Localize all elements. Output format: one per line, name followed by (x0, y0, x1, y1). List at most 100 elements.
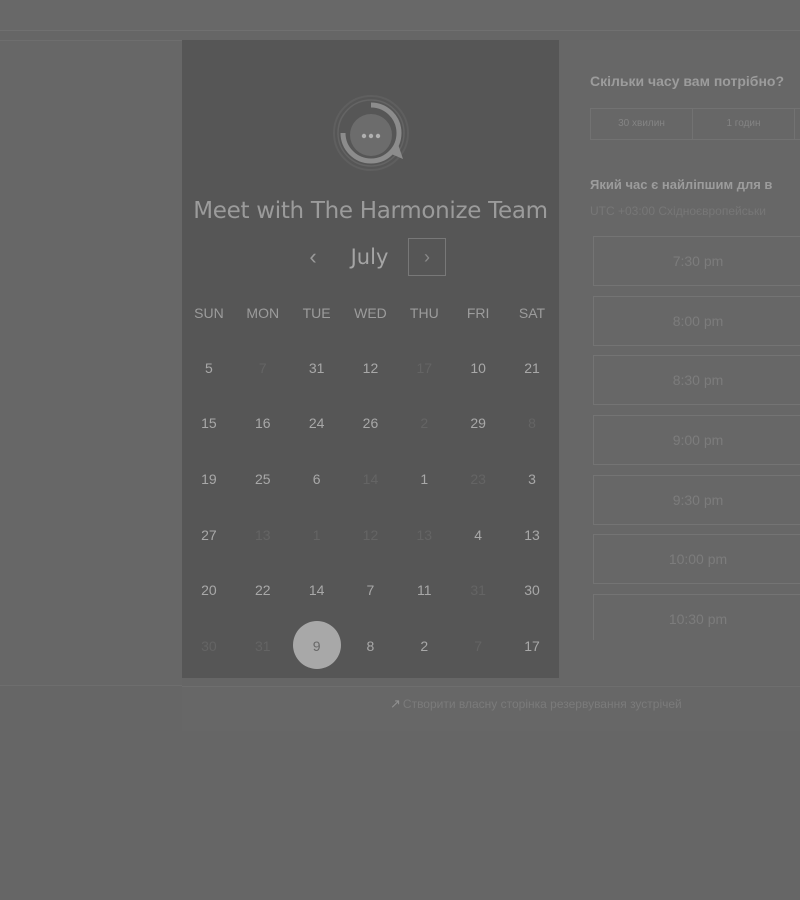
calendar-day: 2 (397, 398, 451, 448)
calendar-day[interactable]: 30 (505, 565, 559, 615)
calendar-day: 13 (397, 510, 451, 560)
calendar-day[interactable]: 16 (236, 398, 290, 448)
day-number: 21 (524, 359, 540, 376)
day-number: 24 (308, 415, 325, 432)
time-slot-button[interactable]: 9:30 pm (593, 474, 800, 525)
day-number: 4 (474, 526, 483, 543)
calendar-day: 31 (236, 621, 290, 671)
calendar-day: 30 (182, 621, 236, 671)
selected-date[interactable]: 9 (290, 620, 344, 671)
day-number: 6 (312, 470, 321, 487)
time-slot-button[interactable]: 7:30 pm (593, 236, 800, 286)
day-number: 20 (201, 582, 217, 599)
calendar-day: 13 (236, 510, 290, 560)
day-number: 14 (362, 470, 379, 487)
calendar-day[interactable]: 4 (451, 510, 505, 560)
weekday-label: WED (354, 305, 387, 321)
duration-option-30min[interactable]: 30 хвилин (591, 109, 693, 139)
time-slot-button[interactable]: 9:00 pm (593, 415, 800, 466)
weekday-label: TUE (302, 305, 331, 321)
month-navigation: ‹ July › (182, 238, 559, 278)
calendar-day[interactable]: 12 (344, 343, 398, 393)
calendar-day[interactable]: 10 (451, 343, 505, 393)
day-number: 10 (470, 359, 486, 376)
calendar-day[interactable]: 15 (182, 398, 236, 448)
day-number: 12 (362, 526, 379, 543)
day-number: 31 (254, 637, 271, 654)
booking-title: Meet with The Harmonize Team (193, 198, 548, 224)
booking-options: Скільки часу вам потрібно? 30 хвилин 1 г… (560, 40, 800, 685)
timezone-label: UTC +03:00 Східноєвропейськи (590, 204, 766, 218)
weekday-label: SUN (194, 305, 224, 321)
calendar-day[interactable]: 26 (344, 398, 398, 448)
left-pane-divider (0, 685, 182, 686)
day-number: 3 (528, 470, 536, 487)
calendar-day[interactable]: 1 (397, 454, 451, 504)
calendar-grid: 5 7 31 12 17 10 21 15 16 24 26 2 29 8 19 25 6 14 1 23 3 27 13 1… (182, 340, 559, 674)
day-number: 26 (362, 415, 379, 432)
calendar-day[interactable]: 27 (182, 510, 236, 560)
create-booking-page-text: Створити власну сторінка резервування зу… (402, 697, 682, 711)
external-link-icon: ↗ (390, 696, 401, 711)
duration-option-1h[interactable]: 1 годин (693, 109, 795, 139)
weekday-label: MON (246, 305, 280, 321)
day-number: 13 (416, 526, 433, 543)
harmonize-logo-icon (333, 95, 409, 171)
weekday-label: SAT (518, 305, 546, 321)
day-number: 31 (308, 359, 325, 376)
footer: ↗ Створити власну сторінка резервування з… (182, 686, 800, 731)
day-number: 11 (417, 582, 432, 599)
time-slot-button[interactable]: 8:00 pm (593, 295, 800, 346)
top-bar (0, 0, 800, 31)
day-number: 23 (470, 470, 486, 487)
time-question: Який час є найліпшим для в (590, 177, 773, 192)
calendar-day[interactable]: 21 (505, 343, 559, 393)
calendar-day: 31 (451, 565, 505, 615)
day-number: 17 (524, 637, 540, 654)
calendar-day: 12 (344, 510, 398, 560)
day-number: 17 (416, 359, 433, 376)
day-number: 31 (470, 582, 486, 599)
day-number: 2 (420, 415, 429, 432)
day-number: 27 (201, 526, 217, 543)
day-number: 29 (470, 415, 486, 432)
calendar-day[interactable]: 22 (236, 565, 290, 615)
day-number: 25 (254, 470, 271, 487)
calendar-day[interactable]: 17 (505, 621, 559, 671)
calendar-day[interactable]: 6 (290, 454, 344, 504)
calendar-day[interactable]: 14 (290, 565, 344, 615)
calendar-day[interactable]: 11 (397, 565, 451, 615)
time-slot-button[interactable]: 10:30 pm (593, 594, 800, 640)
calendar-day[interactable]: 29 (451, 398, 505, 448)
month-label: July (350, 245, 389, 269)
prev-month-button[interactable]: ‹ (303, 242, 323, 272)
day-number: 8 (366, 637, 375, 654)
day-number: 16 (254, 415, 271, 432)
day-number: 1 (312, 526, 321, 543)
calendar-day[interactable]: 24 (290, 398, 344, 448)
calendar-day[interactable]: 13 (505, 510, 559, 560)
calendar-day: 17 (397, 343, 451, 393)
calendar-week-row: 27 13 1 12 13 4 13 (182, 507, 559, 563)
day-number: 30 (201, 637, 217, 654)
calendar-day[interactable]: 31 (290, 343, 344, 393)
calendar-day[interactable]: 5 (182, 343, 236, 393)
calendar-panel: Meet with The Harmonize Team ‹ July › SU… (182, 40, 559, 678)
weekday-label: THU (409, 305, 439, 321)
calendar-day[interactable]: 8 (344, 621, 398, 671)
calendar-day[interactable]: 20 (182, 565, 236, 615)
create-booking-page-link[interactable]: ↗ Створити власну сторінка резервування з… (390, 696, 682, 712)
calendar-day[interactable]: 19 (182, 454, 236, 504)
next-month-button[interactable]: › (408, 238, 446, 276)
calendar-week-row: 15 16 24 26 2 29 8 (182, 396, 559, 452)
calendar-day: 7 (236, 343, 290, 393)
time-slot-button[interactable]: 8:30 pm (593, 355, 800, 406)
calendar-day[interactable]: 7 (344, 565, 398, 615)
time-slot-list: 7:30 pm 8:00 pm 8:30 pm 9:00 pm 9:30 pm 10:00… (593, 236, 800, 640)
calendar-day[interactable]: 3 (505, 454, 559, 504)
calendar-day[interactable]: 2 (397, 621, 451, 671)
time-slot-button[interactable]: 10:00 pm (593, 534, 800, 585)
calendar-day[interactable]: 25 (236, 454, 290, 504)
calendar-week-row: 20 22 14 7 11 31 30 (182, 562, 559, 618)
day-number: 9 (312, 637, 321, 654)
